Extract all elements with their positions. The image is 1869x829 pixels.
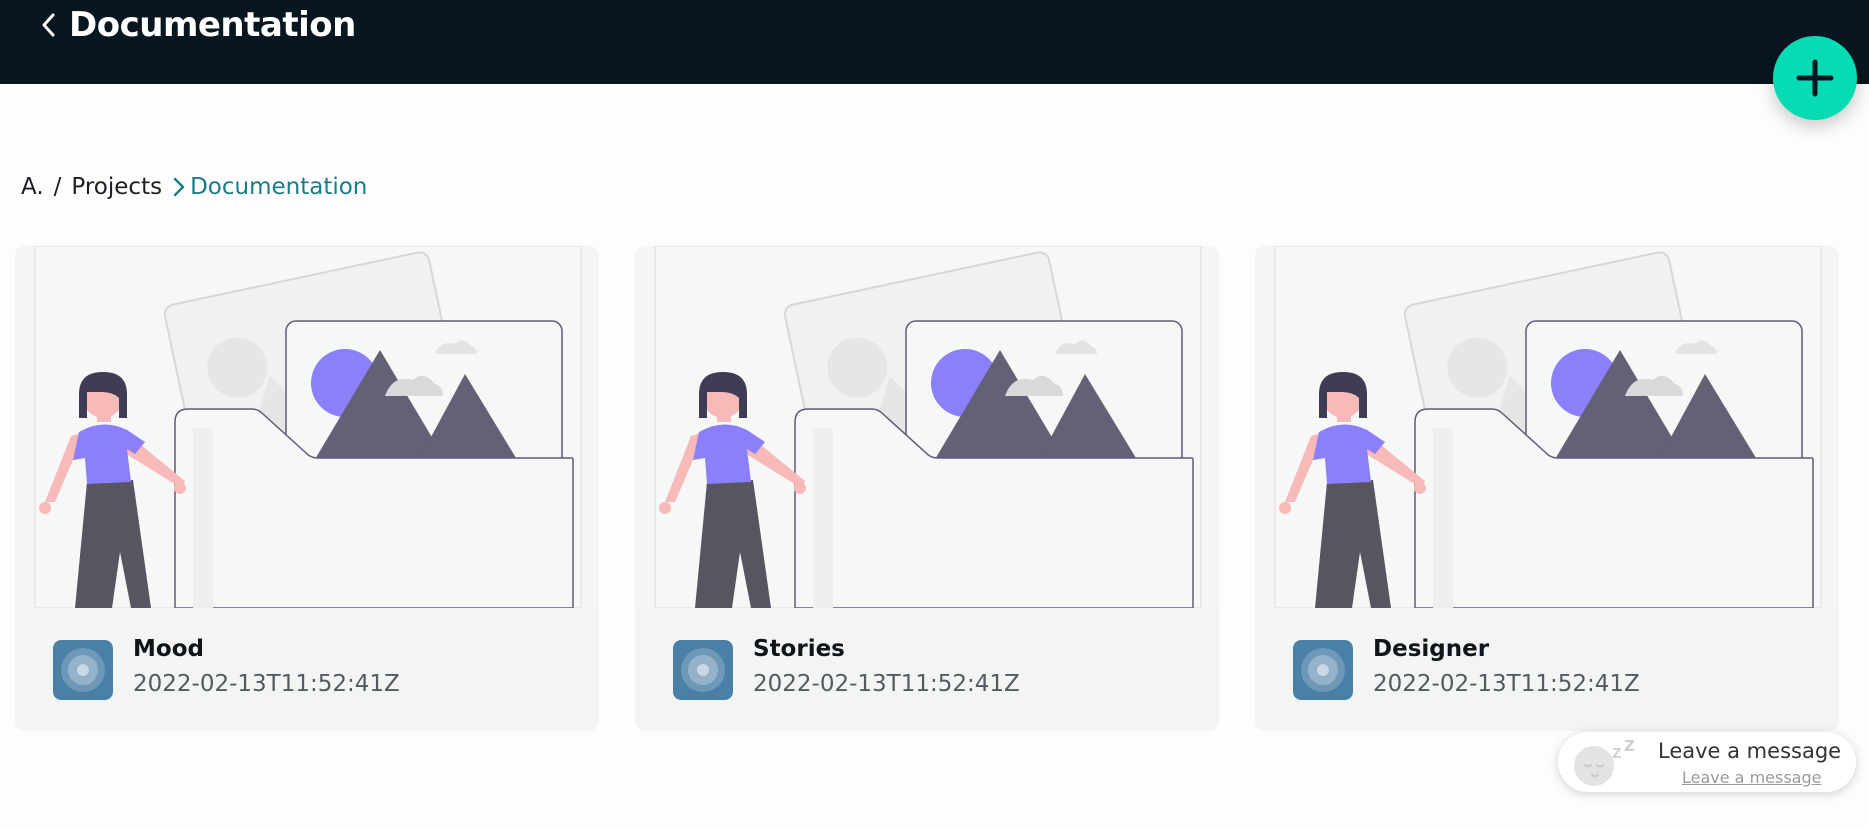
leave-message-link[interactable]: Leave a message	[1682, 768, 1821, 787]
breadcrumb-current: Documentation	[190, 174, 368, 200]
svg-text:Z: Z	[1612, 747, 1621, 762]
project-card[interactable]: Stories 2022-02-13T11:52:41Z	[635, 246, 1219, 731]
breadcrumb-item-root[interactable]: A.	[21, 174, 44, 200]
project-thumbnail	[673, 640, 733, 700]
top-bar: Documentation	[0, 0, 1869, 84]
project-name: Stories	[753, 636, 845, 662]
breadcrumb-item-projects[interactable]: Projects	[71, 174, 162, 200]
breadcrumb-separator: /	[53, 174, 62, 200]
project-name: Mood	[133, 636, 204, 662]
project-date: 2022-02-13T11:52:41Z	[133, 671, 400, 697]
project-thumbnail	[1293, 640, 1353, 700]
folder-illustration	[15, 246, 599, 609]
project-date: 2022-02-13T11:52:41Z	[1373, 671, 1640, 697]
chevron-right-icon	[172, 176, 186, 198]
card-footer: Mood 2022-02-13T11:52:41Z	[15, 608, 599, 731]
chevron-left-icon	[42, 13, 55, 37]
back-button[interactable]	[34, 10, 64, 40]
chat-title: Leave a message	[1658, 739, 1842, 763]
folder-illustration	[635, 246, 1219, 609]
project-thumbnail	[53, 640, 113, 700]
breadcrumb: A. / Projects Documentation	[21, 170, 367, 204]
project-card[interactable]: Mood 2022-02-13T11:52:41Z	[15, 246, 599, 731]
sleeping-avatar-icon: Z Z	[1572, 737, 1635, 788]
page-title: Documentation	[69, 5, 356, 45]
card-footer: Stories 2022-02-13T11:52:41Z	[635, 608, 1219, 731]
card-footer: Designer 2022-02-13T11:52:41Z	[1255, 608, 1839, 731]
project-date: 2022-02-13T11:52:41Z	[753, 671, 1020, 697]
chat-widget[interactable]: Z Z Leave a message Leave a message	[1558, 732, 1856, 792]
add-button[interactable]	[1773, 36, 1857, 120]
project-card[interactable]: Designer 2022-02-13T11:52:41Z	[1255, 246, 1839, 731]
folder-illustration	[1255, 246, 1839, 609]
svg-text:Z: Z	[1624, 740, 1635, 755]
plus-icon	[1796, 59, 1834, 97]
project-name: Designer	[1373, 636, 1490, 662]
